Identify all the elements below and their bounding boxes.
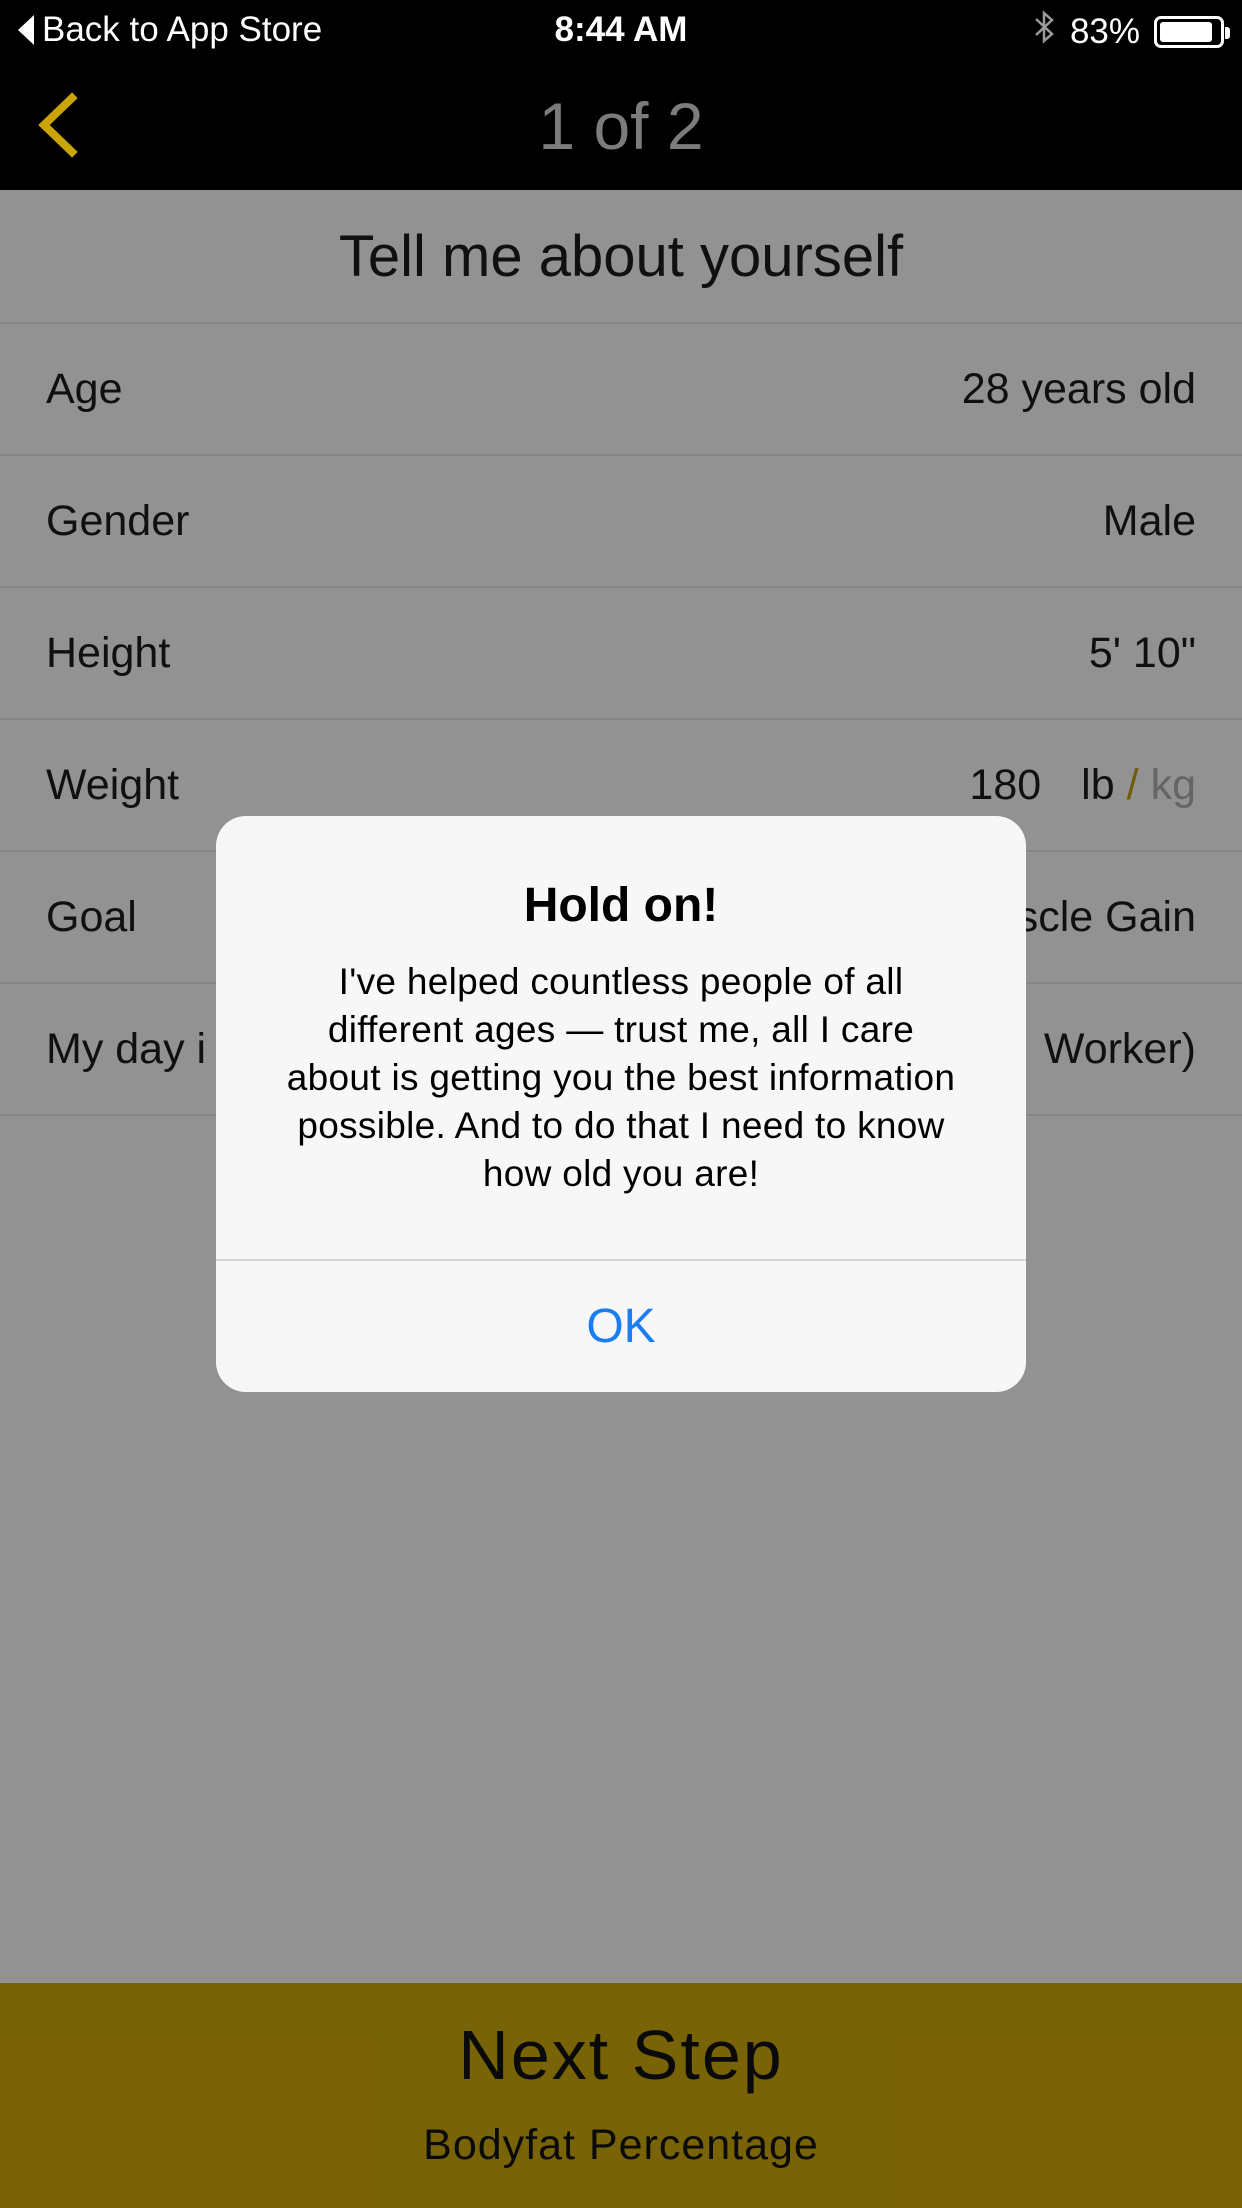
nav-bar: 1 of 2 bbox=[0, 60, 1242, 190]
alert-title: Hold on! bbox=[523, 879, 719, 932]
nav-title: 1 of 2 bbox=[538, 89, 704, 163]
battery-percent: 83% bbox=[1069, 11, 1140, 51]
battery-icon bbox=[1154, 15, 1230, 48]
status-bar: Back to App Store 8:44 AM 83% bbox=[0, 0, 1242, 60]
status-right: 83% bbox=[1034, 10, 1230, 53]
alert-ok-button[interactable]: OK bbox=[216, 1261, 1026, 1392]
alert-dialog: Hold on! I've helped countless people of… bbox=[216, 816, 1026, 1392]
alert-message: I've helped countless people of all diff… bbox=[286, 961, 956, 1194]
bluetooth-icon bbox=[1034, 10, 1056, 53]
top-bar: Back to App Store 8:44 AM 83% 1 of 2 bbox=[0, 0, 1242, 190]
